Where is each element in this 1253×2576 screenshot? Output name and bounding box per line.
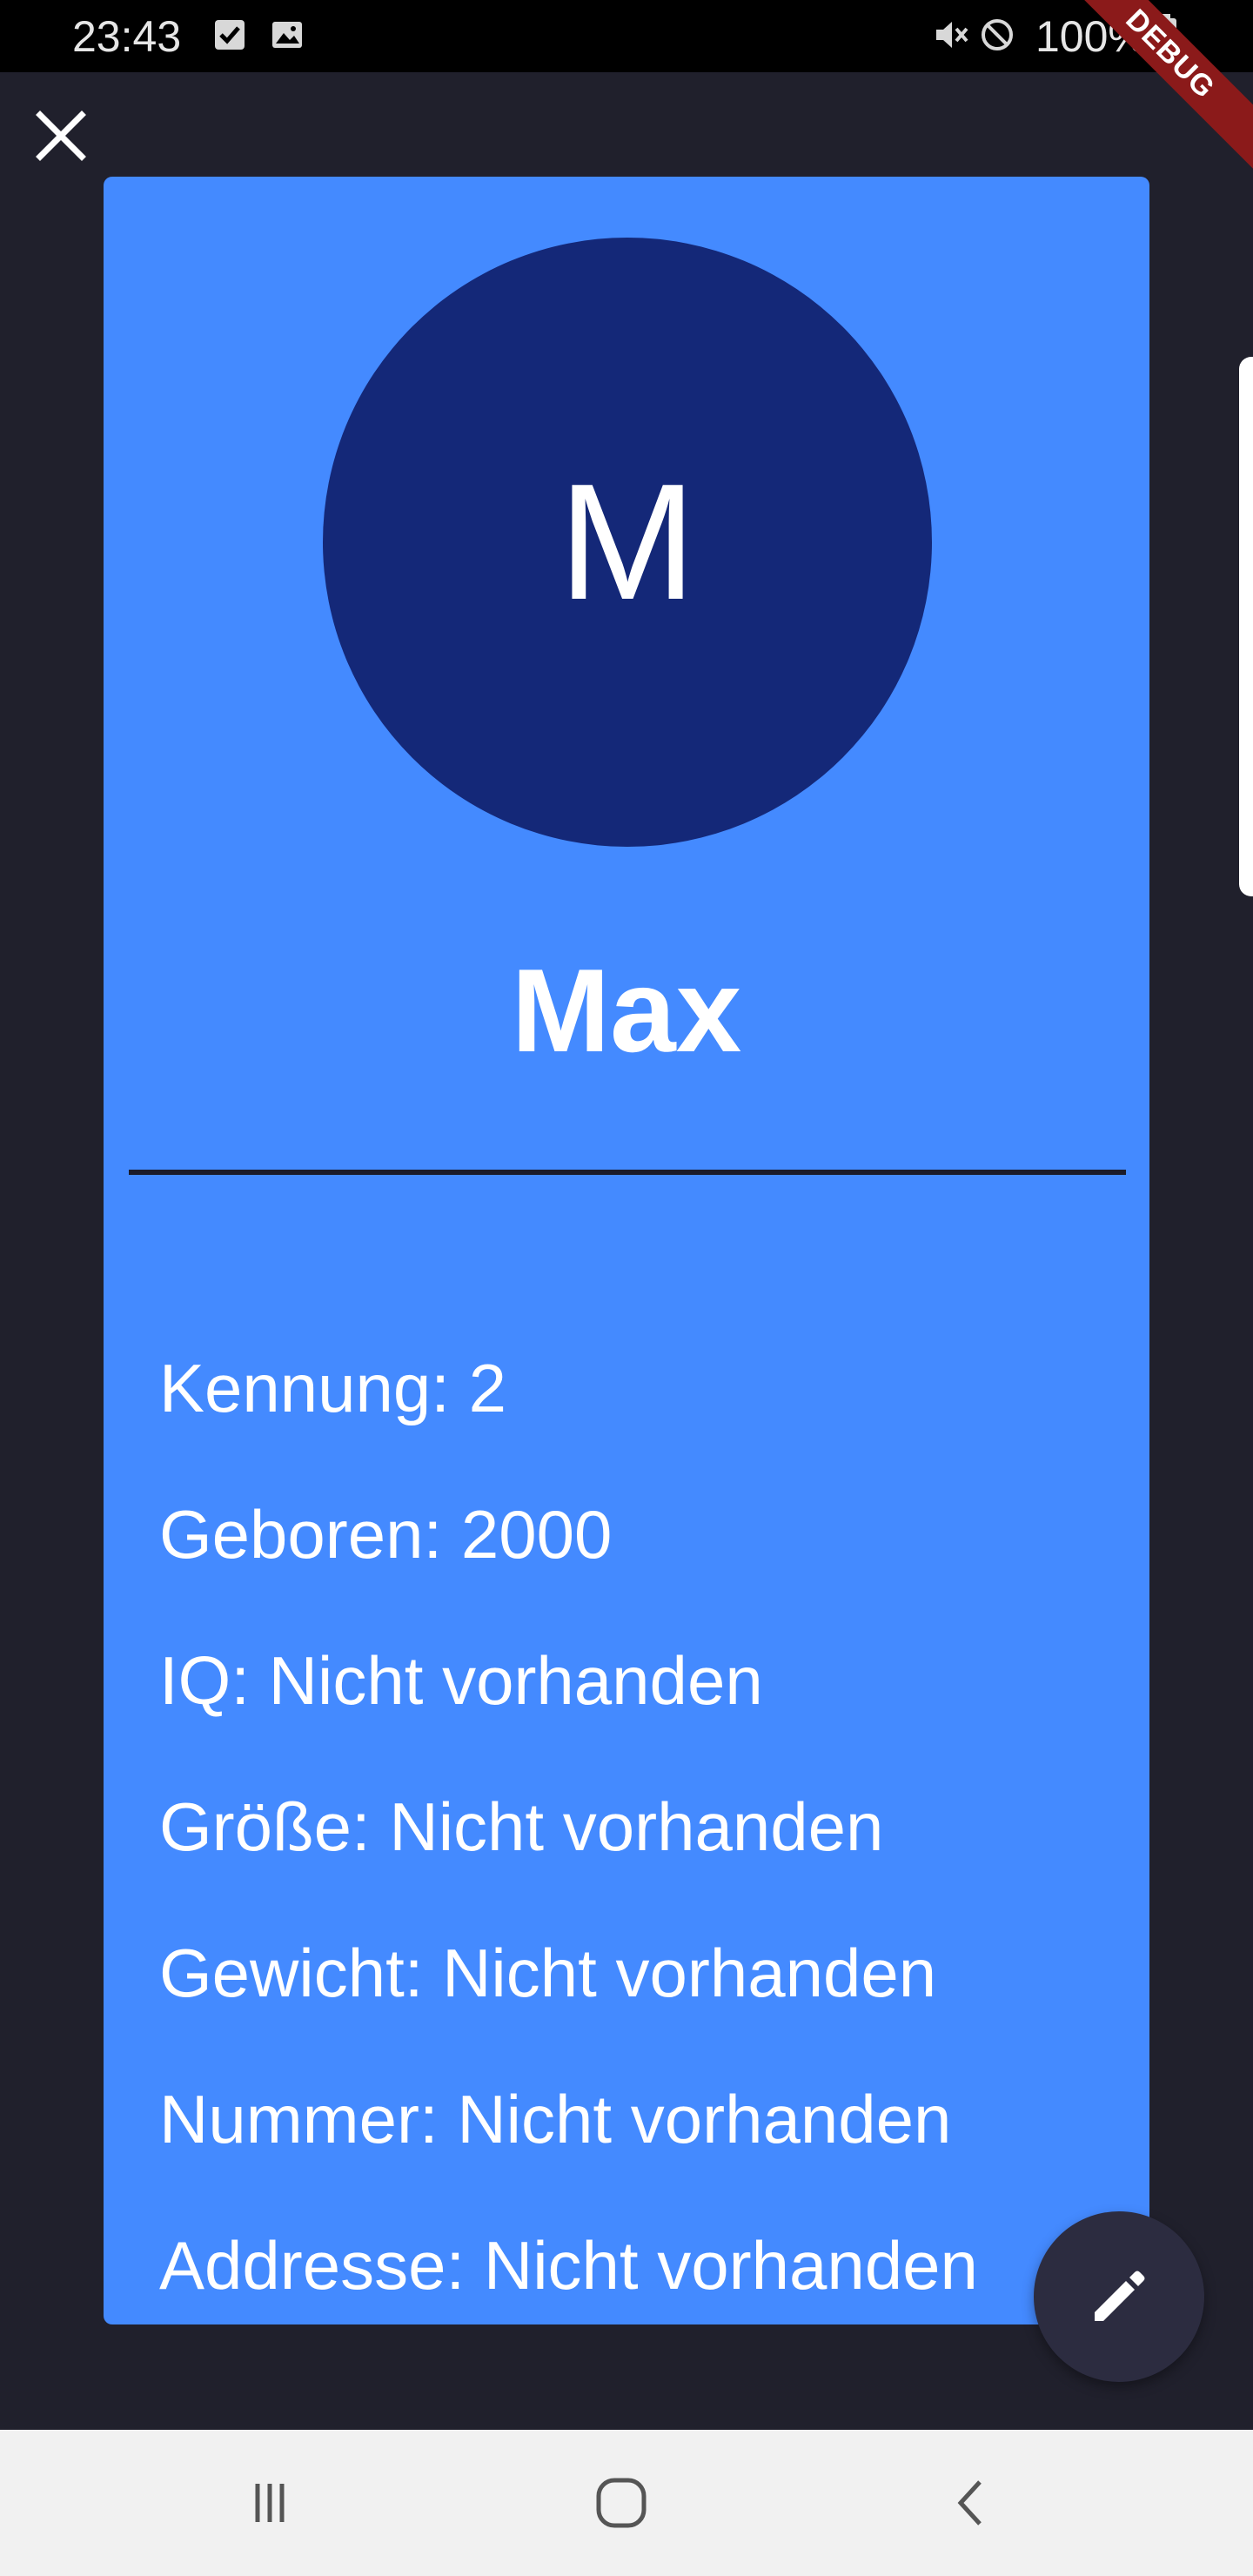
recent-apps-button[interactable] (235, 2468, 305, 2538)
edge-panel-handle[interactable] (1239, 357, 1253, 896)
divider (129, 1170, 1126, 1175)
close-button[interactable] (26, 101, 96, 171)
back-icon (957, 2480, 982, 2526)
home-button[interactable] (586, 2468, 656, 2538)
detail-id: Kennung: 2 (159, 1350, 507, 1426)
pencil-icon (1095, 2271, 1145, 2321)
status-time: 23:43 (72, 12, 182, 61)
status-bar: 23:43 100% (0, 0, 1253, 72)
mute-icon (933, 17, 968, 52)
profile-name: Max (511, 944, 742, 1077)
edit-button[interactable] (1034, 2211, 1204, 2382)
close-icon (36, 111, 86, 161)
checkbox-icon (212, 17, 247, 52)
profile-card: M Max Kennung: 2 Geboren: 2000 IQ: Nicht… (104, 177, 1149, 2324)
avatar: M (323, 238, 932, 847)
detail-address: Addresse: Nicht vorhanden (159, 2227, 978, 2304)
avatar-initial: M (558, 450, 697, 634)
home-icon (596, 2478, 647, 2528)
do-not-disturb-icon (980, 17, 1015, 52)
details-list: Kennung: 2 Geboren: 2000 IQ: Nicht vorha… (159, 1349, 1142, 2372)
navigation-bar (0, 2430, 1253, 2576)
image-icon (270, 17, 305, 52)
back-button[interactable] (936, 2468, 1006, 2538)
detail-height: Größe: Nicht vorhanden (159, 1788, 884, 1865)
recent-apps-icon (255, 2484, 285, 2522)
detail-iq: IQ: Nicht vorhanden (159, 1642, 763, 1719)
detail-number: Nummer: Nicht vorhanden (159, 2081, 952, 2157)
detail-born: Geboren: 2000 (159, 1496, 613, 1573)
detail-weight: Gewicht: Nicht vorhanden (159, 1935, 937, 2011)
